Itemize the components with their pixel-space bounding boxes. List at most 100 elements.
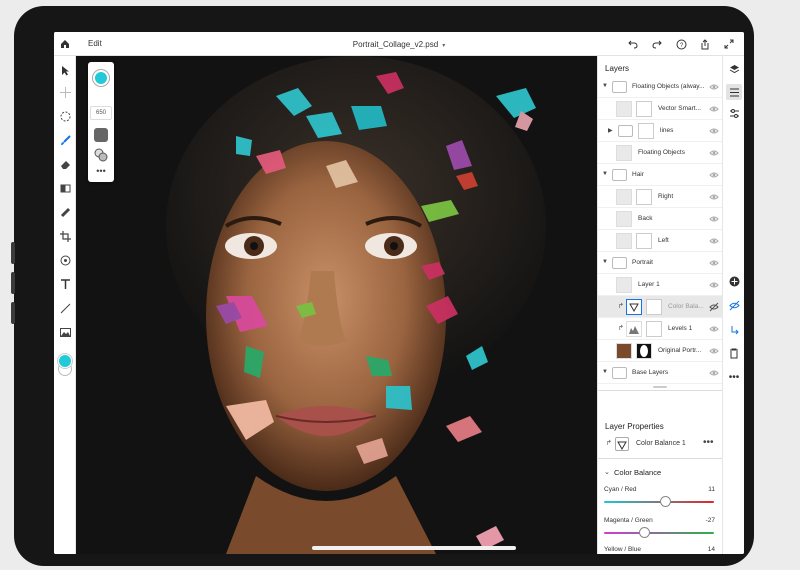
redo-icon[interactable] xyxy=(650,37,664,51)
adjust-properties-icon[interactable] xyxy=(727,106,741,120)
visibility-hidden-icon[interactable] xyxy=(709,302,719,312)
trash-icon[interactable] xyxy=(727,346,741,360)
layer-thumbnail xyxy=(616,277,632,293)
chevron-down-icon[interactable]: ▼ xyxy=(602,83,608,89)
layer-row[interactable]: Vector Smart... xyxy=(598,98,723,120)
fill-tool-icon[interactable] xyxy=(57,180,73,196)
layer-row[interactable]: ▼ Floating Objects (alway... xyxy=(598,76,723,98)
brush-preset-icon[interactable] xyxy=(94,128,108,142)
brush-color-swatch[interactable] xyxy=(93,70,109,86)
fullscreen-icon[interactable] xyxy=(722,37,736,51)
visibility-eye-icon[interactable] xyxy=(709,236,719,246)
layer-label: lines xyxy=(660,127,674,134)
layer-thumbnail xyxy=(616,211,632,227)
slider-label: Cyan / Red xyxy=(604,486,637,493)
selection-tool-icon[interactable] xyxy=(57,108,73,124)
portrait-artwork xyxy=(76,56,597,554)
visibility-eye-icon[interactable] xyxy=(709,258,719,268)
layer-thumbnail xyxy=(616,145,632,161)
visibility-eye-icon[interactable] xyxy=(709,368,719,378)
chevron-right-icon[interactable]: ▶ xyxy=(608,127,613,134)
slider-knob[interactable] xyxy=(659,496,671,507)
slider-knob[interactable] xyxy=(638,527,650,538)
color-balance-section-title[interactable]: Color Balance xyxy=(614,468,661,477)
layer-properties-title: Layer Properties xyxy=(605,422,664,431)
layer-row[interactable]: ▶ lines xyxy=(598,120,723,142)
visibility-eye-icon[interactable] xyxy=(709,214,719,224)
layer-label: Vector Smart... xyxy=(658,105,701,112)
document-canvas[interactable]: 650 ••• xyxy=(76,56,597,554)
brush-tool-icon[interactable] xyxy=(57,132,73,148)
layer-details-icon[interactable] xyxy=(726,84,742,100)
hide-layer-icon[interactable] xyxy=(727,298,741,312)
layer-row-selected[interactable]: ↱ Color Bala... xyxy=(598,296,723,318)
home-icon[interactable] xyxy=(54,32,76,56)
crop-tool-icon[interactable] xyxy=(57,228,73,244)
more-options-icon[interactable]: ••• xyxy=(727,370,741,384)
layer-row[interactable]: Floating Objects xyxy=(598,142,723,164)
layer-mask-thumbnail xyxy=(646,321,662,337)
slider-label: Magenta / Green xyxy=(604,517,653,524)
type-tool-icon[interactable] xyxy=(57,276,73,292)
chevron-down-icon[interactable]: ⌄ xyxy=(604,468,610,476)
brush-more-button[interactable]: ••• xyxy=(88,167,114,176)
layer-row[interactable]: ▼ Base Layers xyxy=(598,362,723,384)
transform-tool-icon[interactable] xyxy=(57,84,73,100)
foreground-color-swatch[interactable] xyxy=(58,354,72,368)
visibility-eye-icon[interactable] xyxy=(709,170,719,180)
visibility-eye-icon[interactable] xyxy=(709,104,719,114)
layer-mask-thumbnail xyxy=(636,233,652,249)
top-bar: Edit Portrait_Collage_v2.psd ▾ ? xyxy=(54,32,744,56)
layer-name: Color Balance 1 xyxy=(636,440,686,447)
eraser-tool-icon[interactable] xyxy=(57,156,73,172)
move-tool-icon[interactable] xyxy=(57,62,73,78)
healing-tool-icon[interactable] xyxy=(57,204,73,220)
layer-row[interactable]: ↱ Levels 1 xyxy=(598,318,723,340)
layer-row[interactable]: Layer 1 xyxy=(598,274,723,296)
visibility-eye-icon[interactable] xyxy=(709,148,719,158)
panel-resize-handle[interactable] xyxy=(653,386,667,388)
adjustment-icon xyxy=(615,437,629,451)
clip-layer-icon[interactable] xyxy=(727,322,741,336)
slider-value[interactable]: -27 xyxy=(706,517,715,524)
chevron-down-icon[interactable]: ▼ xyxy=(602,259,608,265)
clone-tool-icon[interactable] xyxy=(57,252,73,268)
visibility-eye-icon[interactable] xyxy=(709,346,719,356)
layer-properties-row: ↱ Color Balance 1 ••• xyxy=(598,434,723,454)
brush-size-field[interactable]: 650 xyxy=(90,106,112,120)
visibility-eye-icon[interactable] xyxy=(709,324,719,334)
line-tool-icon[interactable] xyxy=(57,300,73,316)
layer-row[interactable]: Original Portr... xyxy=(598,340,723,362)
visibility-eye-icon[interactable] xyxy=(709,280,719,290)
folder-icon xyxy=(612,367,627,379)
layer-mask-thumbnail xyxy=(636,101,652,117)
layers-stack-icon[interactable] xyxy=(727,62,741,76)
undo-icon[interactable] xyxy=(626,37,640,51)
chevron-down-icon[interactable]: ▼ xyxy=(602,369,608,375)
visibility-eye-icon[interactable] xyxy=(709,126,719,136)
layer-label: Back xyxy=(638,215,653,222)
chevron-down-icon[interactable]: ▼ xyxy=(602,171,608,177)
slider-value[interactable]: 11 xyxy=(708,486,715,493)
layer-row[interactable]: ▼ Hair xyxy=(598,164,723,186)
layer-row[interactable]: Left xyxy=(598,230,723,252)
edit-menu[interactable]: Edit xyxy=(88,39,102,48)
visibility-eye-icon[interactable] xyxy=(709,82,719,92)
share-icon[interactable] xyxy=(698,37,712,51)
image-tool-icon[interactable] xyxy=(57,324,73,340)
brush-layers-icon[interactable] xyxy=(94,148,108,162)
layer-properties-more-button[interactable]: ••• xyxy=(703,437,714,448)
slider-value[interactable]: 14 xyxy=(708,546,715,553)
side-button xyxy=(11,272,15,294)
add-layer-icon[interactable] xyxy=(727,274,741,288)
slider-label: Yellow / Blue xyxy=(604,546,641,553)
visibility-eye-icon[interactable] xyxy=(709,192,719,202)
slider-track[interactable] xyxy=(604,532,714,534)
layer-row[interactable]: Right xyxy=(598,186,723,208)
layer-label: Hair xyxy=(632,171,644,178)
layer-row[interactable]: Back xyxy=(598,208,723,230)
help-icon[interactable]: ? xyxy=(674,37,688,51)
layer-row[interactable]: ▼ Portrait xyxy=(598,252,723,274)
layers-panel-title: Layers xyxy=(605,64,630,73)
layer-mask-thumbnail xyxy=(636,189,652,205)
